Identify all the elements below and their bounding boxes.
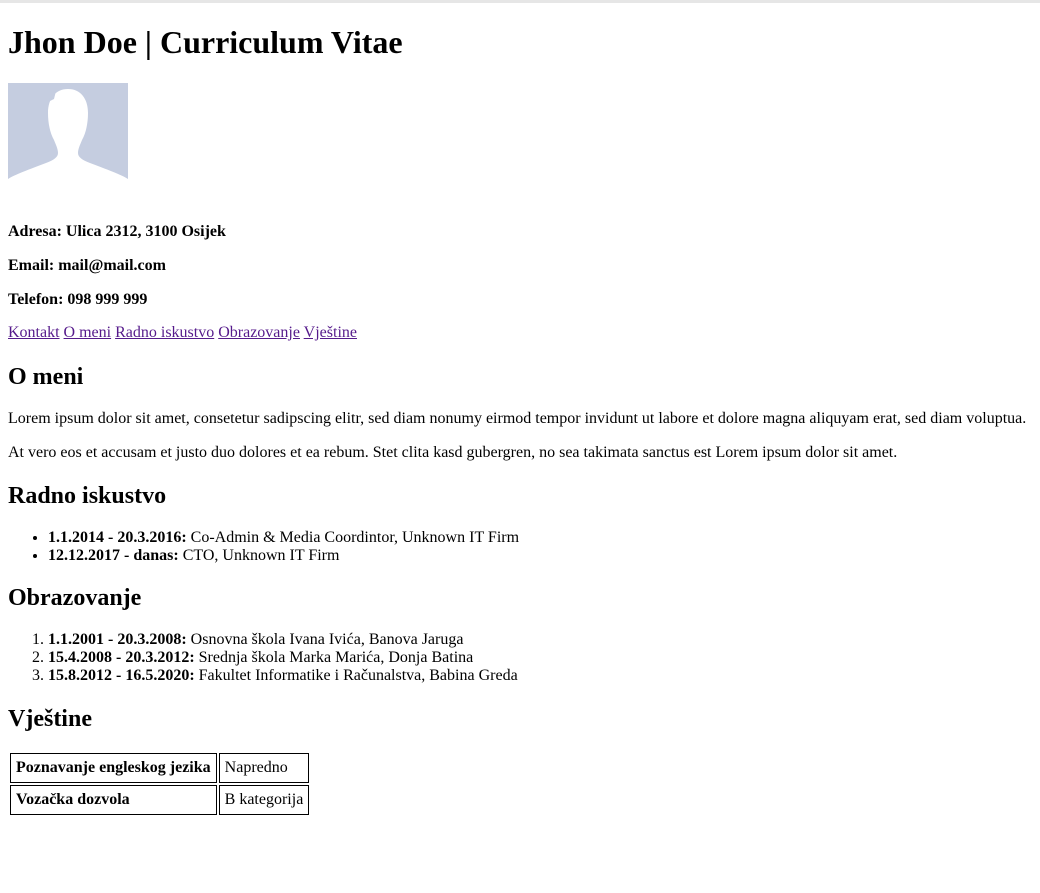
skill-name: Vozačka dozvola [10, 785, 217, 815]
nav-link-radno-iskustvo[interactable]: Radno iskustvo [115, 324, 214, 341]
education-heading: Obrazovanje [8, 585, 142, 611]
about-paragraph: At vero eos et accusam et justo duo dolo… [8, 444, 898, 461]
work-heading: Radno iskustvo [8, 483, 167, 509]
list-item: 1.1.2001 - 20.3.2008: Osnovna škola Ivan… [48, 631, 518, 649]
skill-value: B kategorija [218, 785, 310, 815]
table-row: Vozačka dozvola B kategorija [10, 785, 310, 815]
education-list: 1.1.2001 - 20.3.2008: Osnovna škola Ivan… [8, 631, 518, 685]
section-nav: Kontakt O meni Radno iskustvo Obrazovanj… [8, 324, 357, 342]
education-description: Srednja škola Marka Marića, Donja Batina [194, 649, 474, 666]
page-title: Jhon Doe | Curriculum Vitae [8, 24, 403, 60]
top-divider [0, 0, 1040, 3]
person-silhouette-icon [8, 89, 128, 195]
avatar [8, 83, 128, 195]
skill-name: Poznavanje engleskog jezika [10, 753, 217, 783]
about-heading: O meni [8, 364, 84, 390]
education-period: 15.8.2012 - 16.5.2020: [48, 667, 195, 684]
education-description: Fakultet Informatike i Računalstva, Babi… [194, 667, 518, 684]
work-period: 1.1.2014 - 20.3.2016: [48, 529, 187, 546]
nav-link-o-meni[interactable]: O meni [64, 324, 112, 341]
about-paragraph: Lorem ipsum dolor sit amet, consetetur s… [8, 410, 1027, 427]
skills-heading: Vještine [8, 706, 92, 732]
skills-table: Poznavanje engleskog jezika Napredno Voz… [8, 751, 311, 817]
nav-link-obrazovanje[interactable]: Obrazovanje [218, 324, 300, 341]
work-description: Co-Admin & Media Coordintor, Unknown IT … [186, 529, 520, 546]
skill-value: Napredno [218, 753, 310, 783]
list-item: 15.4.2008 - 20.3.2012: Srednja škola Mar… [48, 649, 518, 667]
education-description: Osnovna škola Ivana Ivića, Banova Jaruga [186, 631, 464, 648]
list-item: 15.8.2012 - 16.5.2020: Fakultet Informat… [48, 667, 518, 685]
table-row: Poznavanje engleskog jezika Napredno [10, 753, 310, 783]
work-description: CTO, Unknown IT Firm [178, 547, 340, 564]
nav-link-vjestine[interactable]: Vještine [304, 324, 357, 341]
education-period: 1.1.2001 - 20.3.2008: [48, 631, 187, 648]
address-line: Adresa: Ulica 2312, 3100 Osijek [8, 223, 226, 240]
phone-line: Telefon: 098 999 999 [8, 291, 148, 308]
education-period: 15.4.2008 - 20.3.2012: [48, 649, 195, 666]
work-list: 1.1.2014 - 20.3.2016: Co-Admin & Media C… [8, 529, 519, 565]
list-item: 12.12.2017 - danas: CTO, Unknown IT Firm [48, 547, 519, 565]
list-item: 1.1.2014 - 20.3.2016: Co-Admin & Media C… [48, 529, 519, 547]
nav-link-kontakt[interactable]: Kontakt [8, 324, 60, 341]
work-period: 12.12.2017 - danas: [48, 547, 179, 564]
email-line: Email: mail@mail.com [8, 257, 166, 274]
